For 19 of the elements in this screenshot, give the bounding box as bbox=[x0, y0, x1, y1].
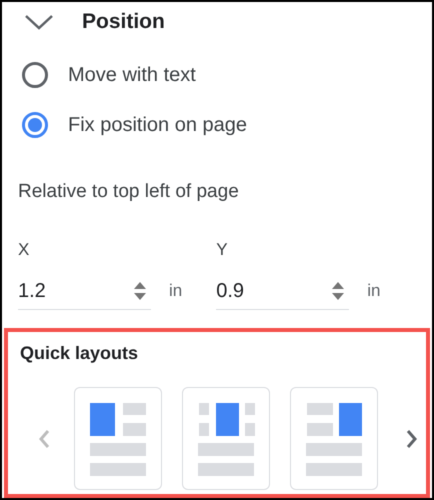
number-field[interactable]: 1.2 bbox=[18, 272, 151, 310]
layout-option[interactable] bbox=[182, 387, 270, 490]
field-label: Y bbox=[216, 238, 229, 260]
stepper-icon[interactable] bbox=[331, 280, 346, 302]
section-title: Position bbox=[82, 9, 165, 36]
stepper-icon[interactable] bbox=[133, 280, 147, 302]
next-chevron-icon[interactable] bbox=[406, 428, 418, 448]
quick-layouts-title: Quick layouts bbox=[20, 342, 140, 365]
number-field[interactable]: 0.9 bbox=[216, 272, 350, 310]
field-label: X bbox=[18, 238, 30, 260]
relative-label: Relative to top left of page bbox=[18, 180, 240, 204]
unit-label: in bbox=[169, 280, 182, 302]
layout-option[interactable] bbox=[74, 387, 162, 490]
radio-button[interactable] bbox=[22, 112, 48, 138]
unit-label: in bbox=[367, 280, 380, 302]
radio-label: Fix position on page bbox=[68, 113, 248, 138]
radio-button[interactable] bbox=[22, 62, 48, 88]
radio-label: Move with text bbox=[68, 63, 196, 88]
layout-option[interactable] bbox=[290, 387, 378, 490]
